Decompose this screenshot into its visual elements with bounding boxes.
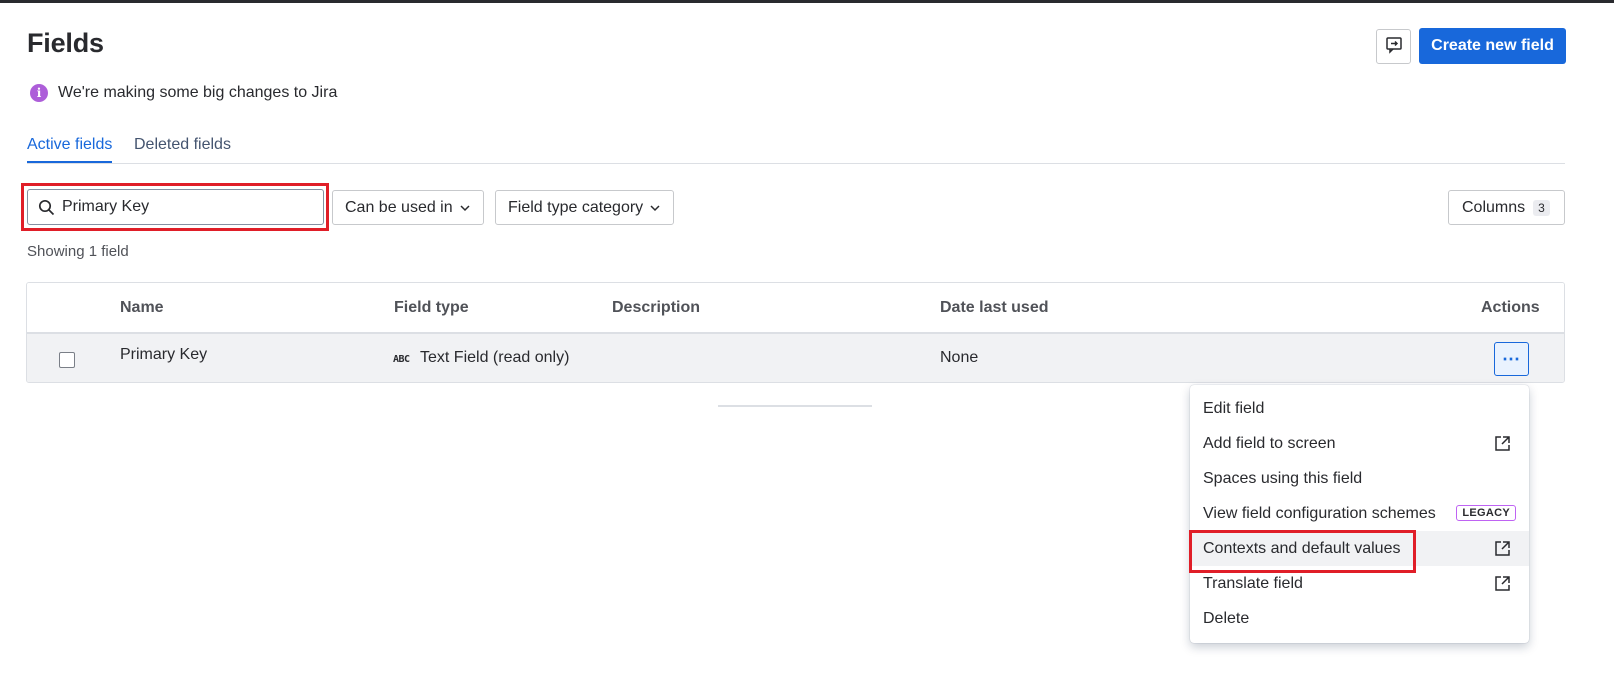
menu-item-label: Add field to screen <box>1203 434 1336 452</box>
menu-highlight-box <box>1189 530 1416 573</box>
external-link-icon <box>1494 540 1511 557</box>
top-border <box>0 0 1614 3</box>
changes-banner: i We're making some big changes to Jira <box>30 84 337 102</box>
menu-item-label: Edit field <box>1203 399 1265 417</box>
header-description: Description <box>612 299 701 316</box>
can-be-used-in-label: Can be used in <box>345 198 453 216</box>
menu-item-label: Spaces using this field <box>1203 469 1363 487</box>
results-count: Showing 1 field <box>27 243 129 260</box>
header-name[interactable]: Name <box>120 299 164 317</box>
text-field-icon: ABC <box>393 354 410 365</box>
columns-count-badge: 3 <box>1533 199 1550 216</box>
table-header: Name Field type Description Date last us… <box>27 283 1564 334</box>
fields-table: Name Field type Description Date last us… <box>26 282 1565 383</box>
legacy-badge: LEGACY <box>1456 505 1516 521</box>
tab-active-fields[interactable]: Active fields <box>27 136 113 163</box>
external-link-icon <box>1494 435 1511 452</box>
search-field[interactable] <box>27 189 324 225</box>
field-type-category-filter[interactable]: Field type category <box>495 190 675 225</box>
menu-item-delete[interactable]: Delete <box>1190 601 1529 636</box>
menu-item-label: Delete <box>1203 609 1250 627</box>
header-actions: Actions <box>1481 299 1540 316</box>
header-field-type[interactable]: Field type <box>394 299 469 317</box>
more-icon: ⋯ <box>1502 348 1521 369</box>
menu-item-add-field-to-screen[interactable]: Add field to screen <box>1190 426 1529 461</box>
menu-item-view-field-configuration-schemes[interactable]: View field configuration schemes LEGACY <box>1190 496 1529 531</box>
menu-item-label: Translate field <box>1203 574 1303 592</box>
actions-menu: Edit field Add field to screen Spaces us… <box>1190 385 1529 643</box>
banner-text: We're making some big changes to Jira <box>58 84 338 101</box>
menu-item-label: View field configuration schemes <box>1203 504 1436 522</box>
feedback-button[interactable] <box>1376 29 1411 64</box>
table-row: Primary Key ABC Text Field (read only) N… <box>27 334 1564 382</box>
header-date-last-used[interactable]: Date last used <box>940 299 1048 317</box>
columns-label: Columns <box>1462 198 1526 216</box>
page-title: Fields <box>27 28 104 58</box>
menu-item-edit-field[interactable]: Edit field <box>1190 391 1529 426</box>
row-checkbox[interactable] <box>59 352 75 368</box>
row-date-last-used: None <box>940 349 979 366</box>
tab-deleted-fields[interactable]: Deleted fields <box>134 136 231 161</box>
search-input[interactable] <box>62 198 302 216</box>
field-type-category-label: Field type category <box>508 198 644 216</box>
create-new-field-button[interactable]: Create new field <box>1419 28 1566 64</box>
row-actions-button[interactable]: ⋯ <box>1494 342 1529 376</box>
can-be-used-in-filter[interactable]: Can be used in <box>332 190 484 225</box>
menu-item-spaces-using-field[interactable]: Spaces using this field <box>1190 461 1529 496</box>
field-tabs: Active fields Deleted fields <box>27 136 1565 164</box>
feedback-icon <box>1385 36 1403 57</box>
info-icon: i <box>30 84 48 102</box>
pagination-divider <box>718 405 872 407</box>
chevron-down-icon <box>649 202 661 214</box>
row-name[interactable]: Primary Key <box>120 346 207 364</box>
chevron-down-icon <box>459 202 471 214</box>
external-link-icon <box>1494 575 1511 592</box>
columns-button[interactable]: Columns 3 <box>1448 190 1565 225</box>
row-field-type: Text Field (read only) <box>420 349 570 366</box>
search-icon <box>38 198 56 216</box>
